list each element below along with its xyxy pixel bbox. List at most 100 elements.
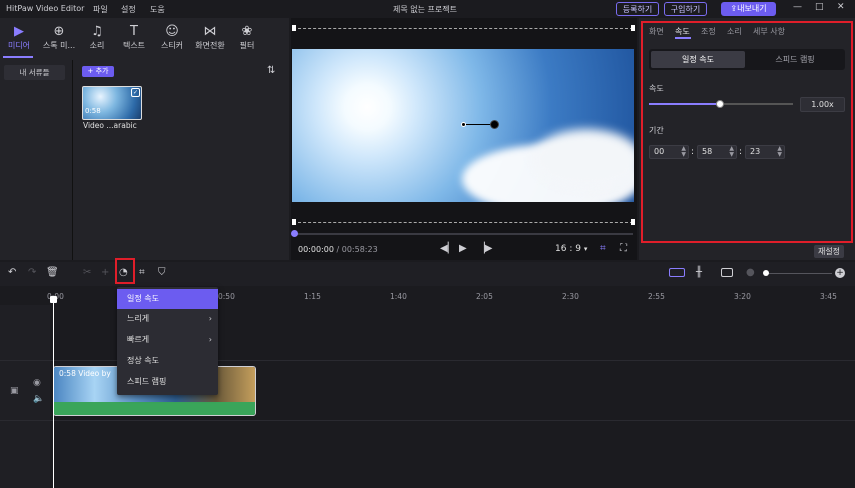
play-icon[interactable]: ▶ <box>459 243 467 254</box>
lock-icon[interactable]: ▣ <box>10 386 19 396</box>
export-button[interactable]: ⇪내보내기 <box>721 2 776 16</box>
current-time: 00:00:00 <box>298 245 334 254</box>
menu-item-fast[interactable]: 빠르게 › <box>117 330 218 350</box>
fullscreen-icon[interactable]: ⛶ <box>620 243 627 254</box>
crop-handle[interactable] <box>292 219 296 225</box>
split-view-icon[interactable]: ╫ <box>696 267 702 278</box>
menu-item-speed-ramping[interactable]: 스피드 램핑 <box>117 372 218 392</box>
ruler-tick: 3:45 <box>820 292 837 301</box>
chevron-right-icon: › <box>208 335 212 344</box>
redo-icon[interactable]: ↷ <box>28 267 36 278</box>
tool-stock-media[interactable]: ⊕ 스톡 미... <box>41 24 77 51</box>
tool-sound[interactable]: ♫ 소리 <box>82 24 112 51</box>
track-mode-icon[interactable] <box>669 268 685 277</box>
clip-audio-waveform <box>54 402 255 415</box>
media-icon: ▶ <box>14 24 24 39</box>
my-library-button[interactable]: 내 서류들 <box>4 65 65 80</box>
crop-handle[interactable] <box>631 219 635 225</box>
media-name: Video ...arabic <box>83 121 137 130</box>
timecode: 00:00:00 / 00:58:23 <box>298 245 378 254</box>
menu-file[interactable]: 파일 <box>93 4 108 15</box>
sort-icon[interactable]: ⇅ <box>267 65 275 76</box>
tool-text-label: 텍스트 <box>122 41 146 50</box>
minimize-icon[interactable]: — <box>793 2 802 12</box>
buy-button[interactable]: 구입하기 <box>664 2 707 16</box>
menu-item-label: 스피드 램핑 <box>127 377 167 386</box>
zoom-slider[interactable] <box>766 273 832 274</box>
ruler-tick: 2:55 <box>648 292 665 301</box>
add-media-button[interactable]: + 추가 <box>82 66 114 77</box>
menu-item-label: 정상 속도 <box>127 356 159 365</box>
media-panel <box>0 18 289 260</box>
crop-handle[interactable] <box>292 25 296 31</box>
smiley-icon: ☺ <box>165 24 179 39</box>
project-title: 제목 없는 프로젝트 <box>393 5 457 14</box>
fit-icon[interactable] <box>721 268 733 277</box>
register-button[interactable]: 등록하기 <box>616 2 659 16</box>
close-icon[interactable]: ✕ <box>837 2 845 12</box>
preview-scrubber[interactable] <box>293 233 633 235</box>
tool-sound-label: 소리 <box>89 41 105 50</box>
transition-icon: ⋈ <box>203 24 217 39</box>
active-tool-indicator <box>3 56 33 58</box>
crosshair-icon[interactable]: + <box>101 267 109 278</box>
text-icon: T <box>130 24 138 39</box>
export-button-label: 내보내기 <box>737 4 767 13</box>
menu-help[interactable]: 도움 <box>150 4 165 15</box>
menu-item-slow[interactable]: 느리게 › <box>117 309 218 329</box>
tool-media[interactable]: ▶ 미디어 <box>4 24 34 51</box>
undo-icon[interactable]: ↶ <box>8 267 16 278</box>
delete-icon[interactable]: 🗑 <box>46 267 59 278</box>
playhead[interactable] <box>53 296 54 488</box>
tool-transition-label: 화면전환 <box>195 41 225 50</box>
marker-icon[interactable]: ⛉ <box>158 267 166 278</box>
menu-item-label: 빠르게 <box>127 335 150 344</box>
menu-settings[interactable]: 설정 <box>121 4 136 15</box>
track-divider <box>0 420 855 421</box>
zoom-out-icon[interactable]: ● <box>746 267 755 278</box>
tool-sticker-label: 스티커 <box>160 41 184 50</box>
app-name: HitPaw Video Editor <box>6 4 85 13</box>
aspect-ratio-select[interactable]: 16 : 9 ▾ <box>555 244 587 254</box>
menu-item-uniform-speed[interactable]: 일정 속도 <box>117 289 218 309</box>
speaker-icon[interactable]: 🔈 <box>33 394 44 404</box>
playhead-handle[interactable] <box>50 296 57 303</box>
scrubber-knob[interactable] <box>291 230 298 237</box>
menu-item-label: 느리게 <box>127 314 150 323</box>
eye-icon[interactable]: ◉ <box>33 378 41 388</box>
globe-icon: ⊕ <box>53 24 65 39</box>
tool-text[interactable]: T 텍스트 <box>119 24 149 51</box>
highlight-box <box>641 21 853 243</box>
next-frame-icon[interactable]: ▕▶ <box>477 243 492 254</box>
menu-item-normal-speed[interactable]: 정상 속도 <box>117 351 218 371</box>
crop-icon[interactable]: ⌗ <box>139 267 145 278</box>
menu-item-label: 일정 속도 <box>127 294 159 303</box>
check-icon[interactable]: ✓ <box>131 88 140 97</box>
ruler-tick: 3:20 <box>734 292 751 301</box>
rotate-handle[interactable] <box>490 120 499 129</box>
crop-border-bottom <box>293 222 633 223</box>
zoom-in-icon[interactable]: + <box>835 268 845 278</box>
crop-handle[interactable] <box>631 25 635 31</box>
ruler-tick: 1:40 <box>390 292 407 301</box>
crop-icon[interactable]: ⌗ <box>600 243 606 254</box>
clip-label: 0:58 Video by <box>59 369 111 378</box>
prev-frame-icon[interactable]: ◀▏ <box>440 243 455 254</box>
transform-handle[interactable] <box>461 122 466 127</box>
tool-filter[interactable]: ❀ 필터 <box>232 24 262 51</box>
split-icon[interactable]: ✂ <box>83 267 91 278</box>
tool-sticker[interactable]: ☺ 스티커 <box>157 24 187 51</box>
music-note-icon: ♫ <box>91 24 103 39</box>
chevron-down-icon: ▾ <box>583 245 588 253</box>
reset-button[interactable]: 재설정 <box>814 245 844 258</box>
chevron-right-icon: › <box>208 314 212 323</box>
crop-border-top <box>293 28 633 29</box>
tool-media-label: 미디어 <box>7 41 31 50</box>
total-time: / 00:58:23 <box>336 245 378 254</box>
maximize-icon[interactable]: □ <box>815 2 824 12</box>
divider <box>72 60 73 260</box>
ruler-tick: 2:30 <box>562 292 579 301</box>
tool-transition[interactable]: ⋈ 화면전환 <box>192 24 228 51</box>
zoom-slider-knob[interactable] <box>763 270 769 276</box>
cloud-shape <box>532 129 634 189</box>
